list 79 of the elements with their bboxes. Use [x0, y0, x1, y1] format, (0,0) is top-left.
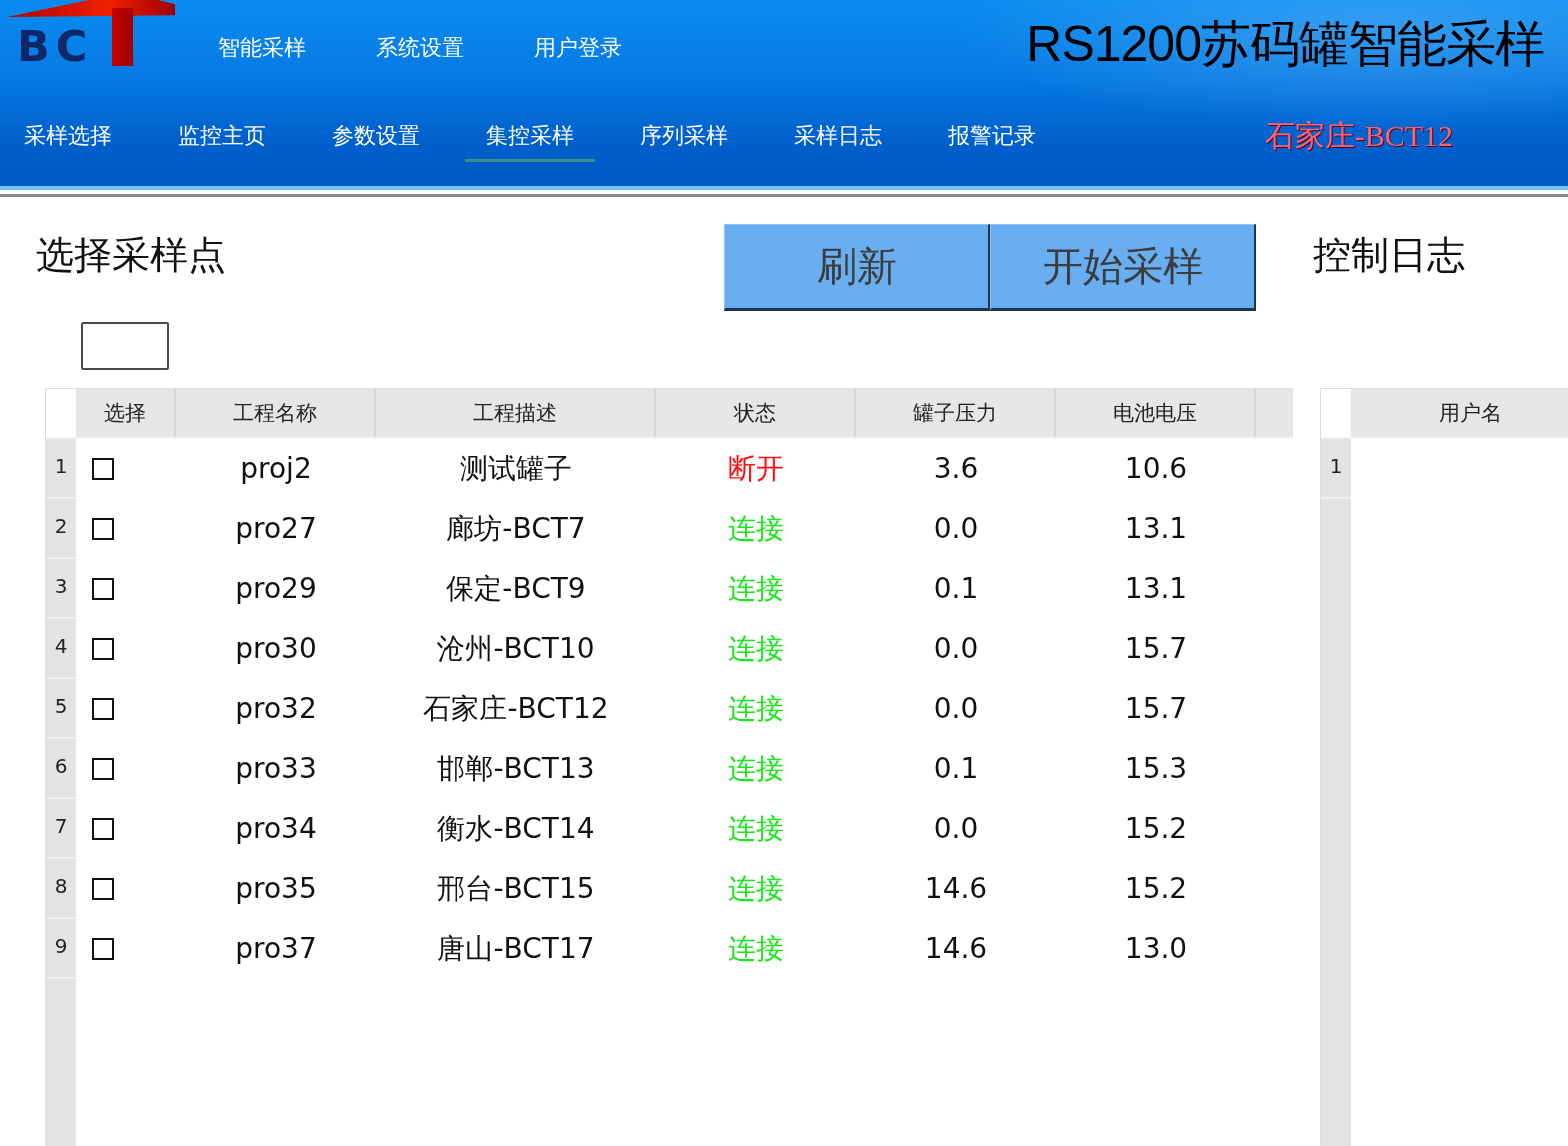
table-cell-text: pro29	[234, 571, 318, 607]
table-cell-text: 13.0	[1123, 931, 1189, 967]
status-cell-text: 连接	[727, 691, 785, 727]
status-cell-text: 连接	[727, 931, 785, 967]
table-cell-text: 15.7	[1123, 691, 1189, 727]
table-cell-text: pro32	[234, 691, 318, 727]
table-cell-text: 石家庄-BCT12	[422, 691, 610, 727]
table-cell-text: 廊坊-BCT7	[445, 511, 587, 547]
status-cell-text: 连接	[727, 871, 785, 907]
table-cell-text: 测试罐子	[459, 451, 573, 487]
menu-item[interactable]: 用户登录	[534, 0, 622, 60]
column-header: 工程名称	[176, 389, 376, 437]
status-cell-text: 连接	[727, 511, 785, 547]
table-cell-text: proj2	[239, 451, 313, 487]
status-cell-text: 断开	[727, 451, 785, 487]
nav-tab[interactable]: 集控采样	[465, 112, 595, 162]
nav-tab[interactable]: 采样日志	[773, 112, 903, 162]
status-cell-text: 连接	[727, 631, 785, 667]
location-label: 石家庄-BCT12	[1264, 118, 1453, 154]
checkbox[interactable]	[92, 458, 114, 480]
checkbox[interactable]	[92, 518, 114, 540]
panel-title: 控制日志	[1313, 232, 1465, 279]
menu-item[interactable]: 智能采样	[218, 0, 306, 60]
column-header: 选择	[76, 389, 176, 437]
table-cell-text: pro30	[234, 631, 318, 667]
action-button[interactable]: 刷新	[724, 224, 990, 311]
table-cell-text: pro35	[234, 871, 318, 907]
nav-tab[interactable]: 监控主页	[157, 112, 287, 162]
table-cell-text: 衡水-BCT14	[436, 811, 596, 847]
table-cell-text: 15.2	[1123, 871, 1189, 907]
table-cell-text: 13.1	[1123, 511, 1189, 547]
column-header: 罐子压力	[856, 389, 1056, 437]
nav-tab[interactable]: 采样选择	[3, 112, 133, 162]
status-cell-text: 连接	[727, 811, 785, 847]
input-field[interactable]	[81, 322, 169, 370]
menu-item[interactable]: 系统设置	[376, 0, 464, 60]
column-header: 电池电压	[1056, 389, 1256, 437]
table-cell-text: 15.7	[1123, 631, 1189, 667]
table-cell-text: 14.6	[923, 931, 989, 967]
checkbox[interactable]	[92, 698, 114, 720]
table-cell-text: 0.0	[932, 631, 980, 667]
table-cell-text: 唐山-BCT17	[436, 931, 596, 967]
action-button[interactable]: 开始采样	[990, 224, 1256, 311]
status-cell-text: 连接	[727, 571, 785, 607]
table-cell-text: 邢台-BCT15	[436, 871, 596, 907]
checkbox[interactable]	[92, 578, 114, 600]
table-cell-text: 邯郸-BCT13	[436, 751, 596, 787]
status-cell-text: 连接	[727, 751, 785, 787]
table-cell-text: 保定-BCT9	[445, 571, 587, 607]
checkbox[interactable]	[92, 818, 114, 840]
table-cell-text: 3.6	[932, 451, 980, 487]
nav-tab[interactable]: 参数设置	[311, 112, 441, 162]
table-cell-text: pro27	[234, 511, 318, 547]
nav-tab[interactable]: 报警记录	[927, 112, 1057, 162]
table-cell-text: 14.6	[923, 871, 989, 907]
table-cell-text: 10.6	[1123, 451, 1189, 487]
table-cell-text: 0.0	[932, 811, 980, 847]
brand-logo: BC	[7, 0, 175, 66]
column-header: 工程描述	[376, 389, 656, 437]
checkbox[interactable]	[92, 938, 114, 960]
table-cell-text: 0.1	[932, 571, 980, 607]
column-header: 用户名	[1438, 400, 1503, 427]
nav-tab[interactable]: 序列采样	[619, 112, 749, 162]
table-cell-text: 沧州-BCT10	[436, 631, 596, 667]
panel-title: 选择采样点	[36, 232, 226, 279]
table-cell-text: 15.3	[1123, 751, 1189, 787]
checkbox[interactable]	[92, 758, 114, 780]
table-cell-text: pro37	[234, 931, 318, 967]
table-cell-text: 0.0	[932, 511, 980, 547]
table-cell-text: pro34	[234, 811, 318, 847]
app-title: RS1200苏码罐智能采样	[1026, 15, 1544, 74]
table-cell-text: 0.1	[932, 751, 980, 787]
column-header: 状态	[656, 389, 856, 437]
table-cell-text: pro33	[234, 751, 318, 787]
table-cell-text: 0.0	[932, 691, 980, 727]
checkbox[interactable]	[92, 878, 114, 900]
table-cell-text: 13.1	[1123, 571, 1189, 607]
table-cell-text: 15.2	[1123, 811, 1189, 847]
checkbox[interactable]	[92, 638, 114, 660]
